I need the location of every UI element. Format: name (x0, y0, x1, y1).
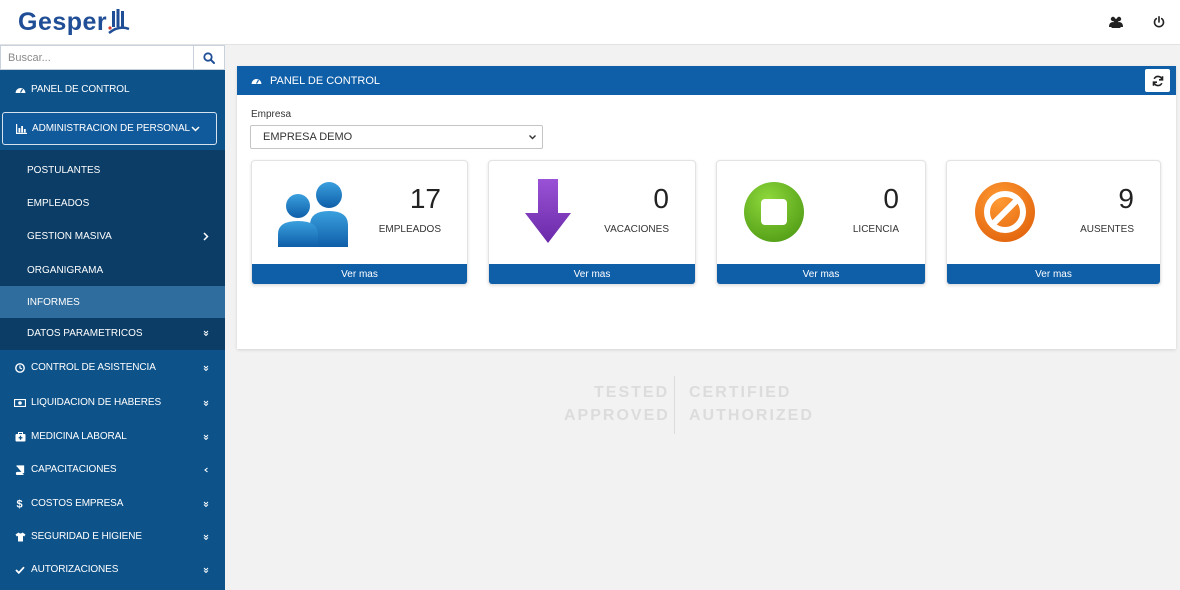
logo-text: Gesper (18, 7, 108, 36)
card-value: 0 (883, 183, 899, 214)
ver-mas-link[interactable]: Ver mas (717, 264, 925, 284)
sidebar-item-control-de-asistencia[interactable]: CONTROL DE ASISTENCIA (0, 351, 225, 384)
sidebar-item-label: MEDICINA LABORAL (31, 431, 127, 442)
search-input[interactable] (1, 46, 194, 69)
chevron-right-icon (203, 220, 209, 252)
sidebar-item-label: ADMINISTRACION DE PERSONAL (32, 123, 190, 134)
chevron-down-icon (203, 317, 209, 349)
users-icon (278, 182, 348, 247)
watermark-text: APPROVED (564, 407, 670, 424)
ban-icon (975, 182, 1035, 242)
sidebar-subitem-datos-parametricos[interactable]: DATOS PARAMETRICOS (0, 317, 225, 349)
chevron-down-icon (203, 420, 209, 453)
sidebar-item-administracion-de-personal[interactable]: ADMINISTRACION DE PERSONAL (2, 112, 217, 145)
arrow-down-icon (525, 179, 571, 243)
search-icon (203, 51, 215, 64)
stat-card-licencia: 0 LICENCIA Ver mas (716, 160, 926, 285)
chevron-down-icon (203, 520, 209, 553)
card-value: 0 (653, 183, 669, 214)
chevron-down-icon (203, 351, 209, 384)
medkit-icon (14, 431, 26, 443)
bar-chart-icon (15, 123, 27, 135)
sidebar-subitem-informes[interactable]: INFORMES (0, 286, 225, 318)
sidebar-item-capacitaciones[interactable]: CAPACITACIONES (0, 453, 225, 486)
stat-card-ausentes: 9 AUSENTES Ver mas (946, 160, 1161, 285)
power-icon[interactable] (1149, 12, 1169, 32)
refresh-button[interactable] (1145, 69, 1170, 92)
watermark-text: CERTIFIED (689, 384, 792, 401)
refresh-icon (1152, 75, 1163, 86)
svg-text:$: $ (17, 499, 23, 510)
sidebar-item-label: LIQUIDACION DE HABERES (31, 397, 162, 408)
sidebar-item-liquidacion-de-haberes[interactable]: LIQUIDACION DE HABERES (0, 386, 225, 419)
submenu-administracion: POSTULANTES EMPLEADOS GESTION MASIVA ORG… (0, 150, 225, 350)
dashboard-icon (251, 75, 263, 87)
card-value: 17 (409, 183, 441, 214)
sidebar-item-panel-de-control[interactable]: PANEL DE CONTROL (0, 73, 225, 106)
stat-card-vacaciones: 0 VACACIONES Ver mas (488, 160, 696, 285)
sidebar-subitem-postulantes[interactable]: POSTULANTES (0, 154, 225, 186)
card-label: AUSENTES (1080, 224, 1134, 235)
empresa-select-value: EMPRESA DEMO (263, 131, 353, 143)
dollar-icon: $ (14, 498, 26, 510)
watermark-divider (674, 376, 675, 434)
chevron-down-icon (191, 113, 200, 144)
book-icon (14, 464, 26, 476)
sidebar-item-autorizaciones[interactable]: AUTORIZACIONES (0, 553, 225, 586)
logo[interactable]: Gesper (18, 6, 130, 38)
panel-title: PANEL DE CONTROL (270, 74, 381, 87)
sidebar-item-seguridad-e-higiene[interactable]: SEGURIDAD E HIGIENE (0, 520, 225, 553)
dashboard-icon (14, 84, 26, 96)
chevron-down-icon (203, 386, 209, 419)
sidebar-subitem-label: EMPLEADOS (27, 197, 90, 209)
dashboard-panel: PANEL DE CONTROL Empresa EMPRESA DEMO 17… (237, 66, 1176, 349)
stop-icon (744, 182, 804, 242)
sidebar-subitem-organigrama[interactable]: ORGANIGRAMA (0, 254, 225, 286)
ver-mas-link[interactable]: Ver mas (947, 264, 1160, 284)
sidebar-subitem-label: POSTULANTES (27, 164, 101, 176)
check-icon (14, 564, 26, 576)
shirt-icon (14, 531, 26, 543)
ver-mas-link[interactable]: Ver mas (252, 264, 467, 284)
empresa-select[interactable]: EMPRESA DEMO (250, 125, 543, 149)
stat-card-empleados: 17 EMPLEADOS Ver mas (251, 160, 468, 285)
chevron-down-icon (203, 553, 209, 586)
watermark-text: AUTHORIZED (689, 407, 814, 424)
sidebar-subitem-gestion-masiva[interactable]: GESTION MASIVA (0, 220, 225, 252)
empresa-label: Empresa (251, 109, 292, 120)
sidebar-subitem-empleados[interactable]: EMPLEADOS (0, 187, 225, 219)
card-value: 9 (1118, 183, 1134, 214)
card-label: EMPLEADOS (378, 224, 441, 235)
search-button[interactable] (194, 46, 224, 69)
chevron-down-icon (203, 487, 209, 520)
logo-mark-icon (108, 9, 130, 34)
sidebar-item-label: PANEL DE CONTROL (31, 84, 130, 95)
sidebar-item-label: SEGURIDAD E HIGIENE (31, 531, 142, 542)
card-label: LICENCIA (852, 224, 899, 235)
clock-icon (14, 362, 26, 374)
sidebar-item-label: CAPACITACIONES (31, 464, 117, 475)
sidebar-item-label: CONTROL DE ASISTENCIA (31, 362, 156, 373)
watermark-text: TESTED (594, 384, 670, 401)
chevron-down-icon (528, 132, 537, 145)
money-icon (14, 397, 26, 409)
sidebar: PANEL DE CONTROL ADMINISTRACION DE PERSO… (0, 45, 225, 590)
sidebar-item-label: COSTOS EMPRESA (31, 498, 124, 509)
sidebar-subitem-label: GESTION MASIVA (27, 230, 112, 242)
search-box (0, 45, 225, 70)
sidebar-item-label: AUTORIZACIONES (31, 564, 119, 575)
card-label: VACACIONES (604, 224, 669, 235)
ver-mas-link[interactable]: Ver mas (489, 264, 695, 284)
top-header: Gesper (0, 0, 1180, 45)
sidebar-subitem-label: INFORMES (27, 296, 80, 308)
sidebar-item-medicina-laboral[interactable]: MEDICINA LABORAL (0, 420, 225, 453)
sidebar-subitem-label: DATOS PARAMETRICOS (27, 327, 143, 339)
sidebar-item-costos-empresa[interactable]: $ COSTOS EMPRESA (0, 487, 225, 520)
sidebar-subitem-label: ORGANIGRAMA (27, 264, 104, 276)
users-icon[interactable] (1106, 12, 1126, 32)
chevron-left-icon (203, 453, 209, 486)
panel-header: PANEL DE CONTROL (237, 66, 1176, 95)
